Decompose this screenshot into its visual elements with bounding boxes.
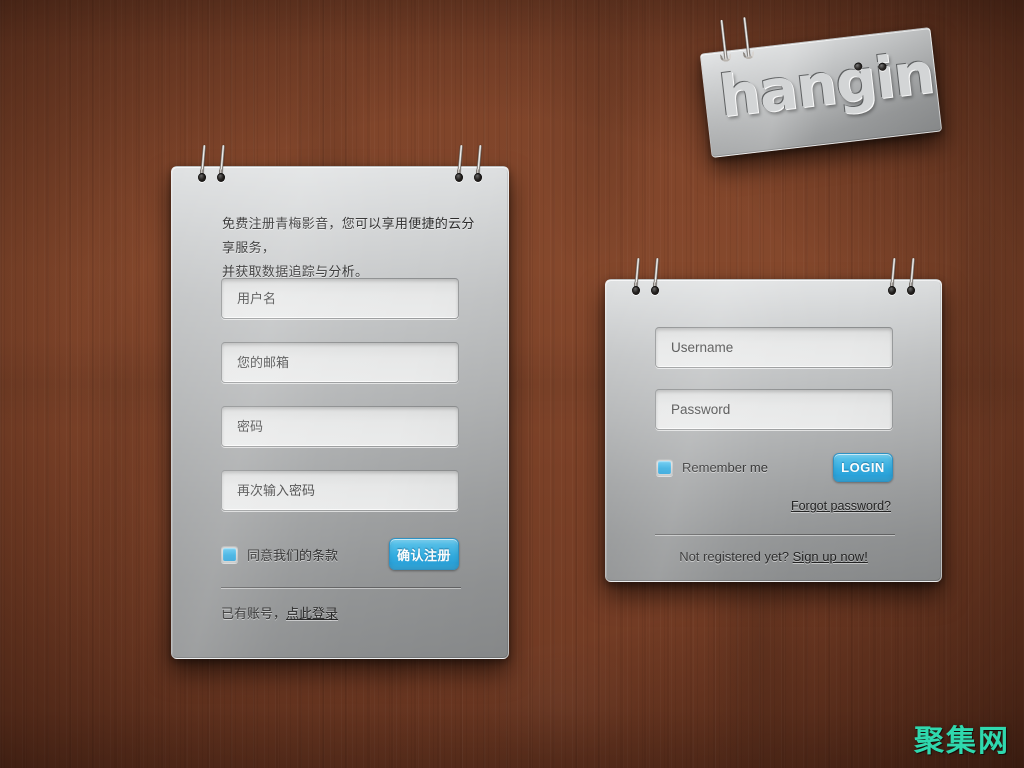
- binder-ring: [198, 144, 206, 191]
- password-field-wrap: [221, 406, 459, 447]
- registration-footer-text: 已有账号，: [221, 606, 287, 621]
- username-input[interactable]: [221, 278, 459, 319]
- remember-me-label: Remember me: [682, 460, 768, 475]
- binder-ring: [217, 144, 225, 191]
- password-confirm-input[interactable]: [221, 470, 459, 511]
- registration-divider: [221, 587, 461, 589]
- login-footer-text: Not registered yet?: [679, 549, 793, 564]
- binder-ring: [474, 144, 482, 191]
- binder-ring: [651, 257, 659, 304]
- binder-ring: [455, 144, 463, 191]
- desktop-wood-background: hanging 免费注册青梅影音，您可以享用便捷的云分享服务， 并获取数据追踪与…: [0, 0, 1024, 768]
- binder-ring: [888, 257, 896, 304]
- login-username-input[interactable]: [655, 327, 893, 368]
- binder-ring: [632, 257, 640, 304]
- login-divider: [655, 534, 895, 536]
- registration-intro-line1: 免费注册青梅影音，您可以享用便捷的云分享服务，: [222, 216, 475, 256]
- password-input[interactable]: [221, 406, 459, 447]
- site-watermark: 聚集网: [914, 724, 1010, 759]
- registration-intro: 免费注册青梅影音，您可以享用便捷的云分享服务， 并获取数据追踪与分析。: [222, 212, 484, 284]
- email-field-wrap: [221, 342, 459, 383]
- email-input[interactable]: [221, 342, 459, 383]
- password-confirm-field-wrap: [221, 470, 459, 511]
- login-password-field-wrap: [655, 389, 893, 430]
- go-to-login-link[interactable]: 点此登录: [286, 606, 338, 621]
- register-rings-right: [455, 144, 482, 191]
- login-rings-left: [632, 257, 659, 304]
- terms-checkbox-row[interactable]: 同意我们的条款: [221, 545, 338, 564]
- registration-footer: 已有账号，点此登录: [221, 603, 338, 622]
- terms-checkbox-label: 同意我们的条款: [247, 548, 339, 563]
- login-submit-button[interactable]: LOGIN: [833, 453, 893, 482]
- register-rings-left: [198, 144, 225, 191]
- sign-up-now-link[interactable]: Sign up now!: [793, 549, 868, 564]
- login-rings-right: [888, 257, 915, 304]
- login-password-input[interactable]: [655, 389, 893, 430]
- register-submit-button[interactable]: 确认注册: [389, 538, 459, 570]
- remember-me-row[interactable]: Remember me: [656, 459, 768, 476]
- login-username-field-wrap: [655, 327, 893, 368]
- forgot-password-wrap: Forgot password?: [791, 499, 891, 513]
- forgot-password-link[interactable]: Forgot password?: [791, 499, 891, 513]
- login-footer: Not registered yet? Sign up now!: [606, 549, 941, 564]
- terms-checkbox[interactable]: [221, 546, 238, 563]
- remember-me-checkbox[interactable]: [656, 459, 673, 476]
- login-panel: Remember me LOGIN Forgot password? Not r…: [605, 257, 942, 582]
- binder-ring: [907, 257, 915, 304]
- username-field-wrap: [221, 278, 459, 319]
- registration-panel: 免费注册青梅影音，您可以享用便捷的云分享服务， 并获取数据追踪与分析。 同意我们…: [171, 144, 509, 659]
